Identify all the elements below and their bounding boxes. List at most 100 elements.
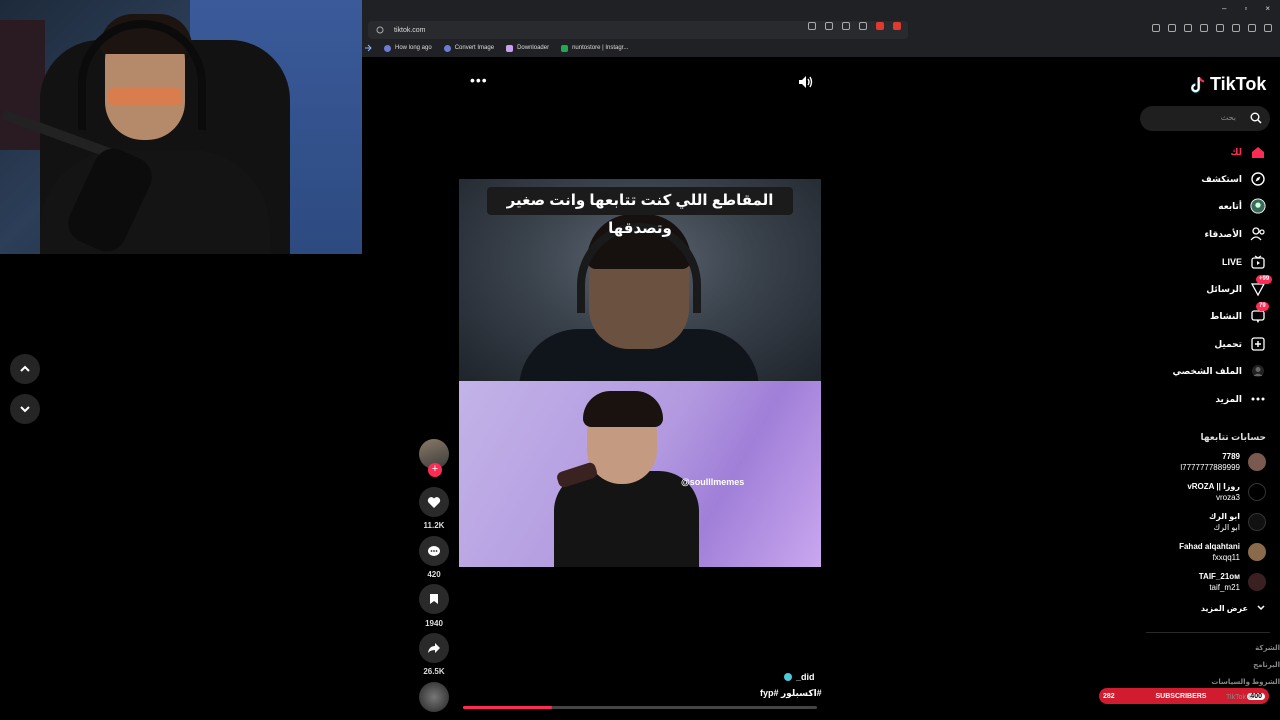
see-more-button[interactable]: عرض المزيد [1201,603,1266,613]
account-name: TAIF_21ом [1198,572,1240,581]
followed-account[interactable]: TAIF_21ом taif_m21 [1199,571,1266,593]
extension-icon[interactable] [1152,24,1160,32]
video-hashtags[interactable]: #اكسبلور #fyp [760,688,822,699]
nav-label: الأصدقاء [1204,228,1242,239]
nav-profile[interactable]: الملف الشخصي [1173,363,1266,379]
nav-upload[interactable]: تحميل [1214,336,1266,352]
video-progress-bar[interactable] [463,706,817,709]
avatar [1248,543,1266,561]
search-input[interactable]: بحث [1140,106,1270,131]
nav-friends[interactable]: الأصدقاء [1204,226,1266,242]
followed-account[interactable]: 7789 l7777777889999 [1180,451,1266,473]
bookmark-downloader[interactable]: Downloader [506,44,549,52]
follow-button[interactable]: + [428,463,442,477]
account-handle: l7777777889999 [1180,463,1240,472]
more-options-icon[interactable]: ••• [470,72,488,88]
bookmark-icon [506,44,514,52]
tiktok-logo[interactable]: TikTok [1190,74,1266,95]
bookmark-icon [430,594,438,604]
author-name[interactable]: _did [796,672,815,682]
bookmark-icon [384,44,391,52]
bookmark-convert-image[interactable]: Convert Image [443,44,494,52]
save-button[interactable] [419,584,449,614]
friends-icon [1250,226,1266,242]
nav-for-you[interactable]: لك [1230,144,1266,160]
footer-link-terms[interactable]: الشروط والسياسات [1211,678,1280,686]
video-kid-body [554,471,699,567]
activity-icon: 79 [1250,302,1269,324]
bookmark-arrow-icon [365,44,372,52]
like-button[interactable] [419,487,449,517]
messages-badge: +99 [1256,275,1273,284]
video-author[interactable]: _did [784,672,815,682]
profile-icon [1250,363,1266,379]
puzzle-icon[interactable] [1232,24,1240,32]
sidebar-icon[interactable] [1200,24,1208,32]
followed-account[interactable]: Fahad alqahtani fxxqq11 [1179,541,1266,563]
like-count: 11.2K [423,521,445,530]
footer-link-company[interactable]: الشركة [1255,644,1280,652]
nav-live[interactable]: LIVE [1222,254,1266,270]
share-arrow-icon [428,643,440,653]
menu-icon[interactable] [1264,24,1272,32]
account-handle: fxxqq11 [1212,553,1240,562]
account-name: ابو الرك [1208,512,1240,521]
footer-link-program[interactable]: البرنامج [1253,661,1280,669]
cast-icon[interactable] [825,22,833,30]
see-more-label: عرض المزيد [1200,603,1248,613]
account-name: Fahad alqahtani [1179,542,1240,551]
bookmark-instagram[interactable]: nuntostore | Instagr... [561,44,628,52]
followed-account[interactable]: vROZA || روزا vroza3 [1187,481,1266,503]
logo-text: TikTok [1210,74,1267,94]
nav-more[interactable]: المزيد [1215,391,1266,407]
nav-following[interactable]: أتابعه [1218,198,1266,214]
home-icon [1250,144,1266,160]
search-icon[interactable] [1250,112,1262,124]
bookmark-icon [443,44,451,52]
heart-icon [427,496,441,508]
nav-explore[interactable]: استكشف [1201,171,1266,187]
nav-label: استكشف [1201,173,1242,184]
followed-account[interactable]: ابو الرك ابو الرك [1209,511,1266,533]
next-video-button[interactable] [10,394,40,424]
tiktok-note-icon [1190,76,1205,93]
shield-icon[interactable] [1248,24,1256,32]
nav-activity[interactable]: النشاط 79 [1210,302,1269,324]
extension-icon[interactable] [1168,24,1176,32]
video-player[interactable]: المقاطع اللي كنت تتابعها وانت صغير وتصدق… [459,179,821,567]
sound-disc-avatar[interactable] [419,682,449,712]
more-icon [1250,391,1266,407]
comment-button[interactable] [419,536,449,566]
nav-label: تحميل [1214,338,1242,349]
nav-label: الرسائل [1206,283,1242,294]
volume-icon[interactable] [798,75,814,94]
screen: – ▫ × tiktok.com How long ago Convert Im… [0,0,1280,720]
account-name: 7789 [1222,452,1240,461]
minimize-button[interactable]: – [1222,4,1226,13]
share-button[interactable] [419,633,449,663]
music-icon[interactable] [1184,24,1192,32]
bookmark-how-long-ago[interactable]: How long ago [384,44,432,52]
nav-messages[interactable]: الرسائل +99 [1206,275,1273,297]
share-icon[interactable] [859,22,867,30]
brave-rewards-icon[interactable] [893,22,901,30]
translate-icon[interactable] [808,22,816,30]
webcam-overlay [0,0,362,254]
account-name: vROZA || روزا [1187,482,1240,491]
zoom-icon[interactable] [842,22,850,30]
brave-shield-icon[interactable] [876,22,884,30]
subscribers-count: 282 [1103,692,1115,700]
extensions-bar [1152,24,1272,32]
compass-icon [1250,171,1266,187]
nav-label: أتابعه [1218,200,1242,211]
bookmark-label: How long ago [395,45,432,51]
activity-badge: 79 [1256,302,1269,311]
url-text[interactable]: tiktok.com [394,27,426,34]
extension-icon[interactable] [1216,24,1224,32]
close-button[interactable]: × [1265,4,1270,13]
site-info-icon[interactable] [376,26,384,34]
maximize-button[interactable]: ▫ [1244,4,1247,13]
previous-video-button[interactable] [10,354,40,384]
chevron-down-icon [1257,605,1265,611]
messages-icon: +99 [1250,275,1273,297]
